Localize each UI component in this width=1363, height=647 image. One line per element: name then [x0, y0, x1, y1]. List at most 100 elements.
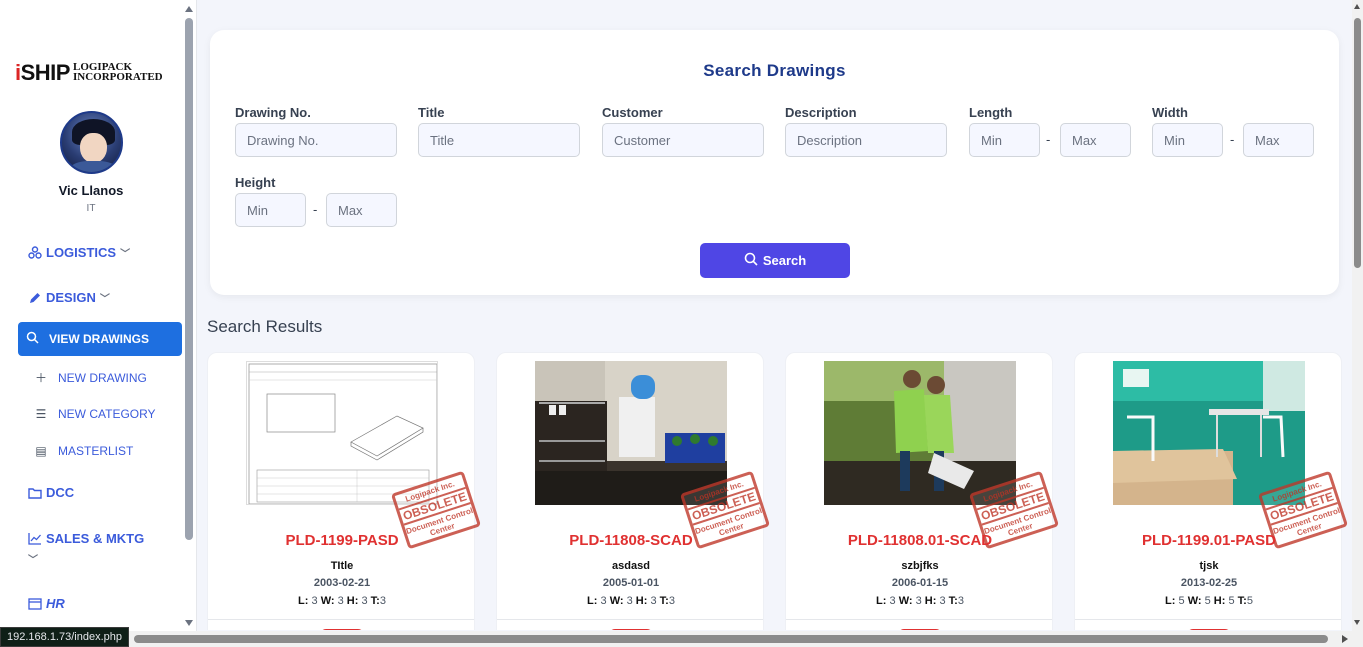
result-card[interactable]: Logipack Inc. OBSOLETE Document Control … [207, 352, 482, 630]
logo-main: SHIP [20, 60, 71, 85]
horizontal-scroll-thumb[interactable] [134, 635, 1328, 643]
drawing-date: 2003-02-21 [313, 577, 371, 589]
plus-icon: ＋ [34, 371, 47, 385]
pencil-icon [28, 291, 42, 305]
length-dash: - [1046, 132, 1051, 147]
label-length: Length [969, 105, 1013, 120]
description-input[interactable]: Description [785, 123, 947, 157]
nav-sales-label: SALES & MKTG [46, 531, 145, 546]
drawing-date: 2006-01-15 [891, 577, 949, 589]
page-scroll-thumb[interactable] [1354, 18, 1361, 268]
main-content: Search Drawings Drawing No. Drawing No. … [197, 0, 1352, 630]
drawing-thumbnail[interactable] [246, 361, 438, 505]
drawing-title: TItle [330, 560, 354, 572]
nav-view-drawings[interactable]: VIEW DRAWINGS [18, 322, 182, 356]
nav-new-category[interactable]: ☰ NEW CATEGORY [34, 407, 156, 421]
nav-hr-label: HR [46, 596, 65, 611]
company-logo[interactable]: iSHIP LOGIPACK INCORPORATED [15, 62, 163, 84]
list-icon: ☰ [35, 407, 47, 421]
scroll-down-icon[interactable] [1354, 620, 1360, 625]
drawing-no-input[interactable]: Drawing No. [235, 123, 397, 157]
drawing-dimensions: L: 3 W: 3 H: 3 T:3 [587, 595, 675, 607]
table-icon: ▤ [35, 444, 47, 458]
nav-sales-chevron[interactable]: ﹀ [28, 551, 38, 566]
nav-new-drawing[interactable]: ＋ NEW DRAWING [34, 369, 147, 386]
drawing-dimensions: L: 5 W: 5 H: 5 T:5 [1165, 595, 1253, 607]
drawing-date: 2005-01-01 [602, 577, 660, 589]
nav-dcc[interactable]: DCC [28, 485, 74, 500]
height-min-input[interactable]: Min [235, 193, 306, 227]
nav-logistics[interactable]: LOGISTICS ﹀ [28, 245, 130, 260]
card-action-button[interactable] [1187, 629, 1231, 630]
search-button[interactable]: Search [700, 243, 850, 278]
nav-logistics-label: LOGISTICS [46, 245, 117, 260]
drawing-title: szbjfks [901, 560, 939, 572]
user-name: Vic Llanos [58, 183, 124, 198]
card-action-button[interactable] [898, 629, 942, 630]
sidebar: iSHIP LOGIPACK INCORPORATED Vic Llanos IT… [0, 0, 197, 647]
network-icon [28, 245, 42, 260]
drawing-thumbnail[interactable] [824, 361, 1016, 505]
card-action-button[interactable] [320, 629, 364, 630]
sidebar-scroll-thumb[interactable] [185, 18, 193, 540]
logo-line2: INCORPORATED [72, 71, 163, 83]
results-title: Search Results [207, 317, 323, 336]
drawing-code[interactable]: PLD-11808.01-SCAD [786, 532, 1054, 549]
nav-new-category-label: NEW CATEGORY [58, 407, 156, 421]
drawing-code[interactable]: PLD-1199.01-PASD [1075, 532, 1343, 549]
user-role: IT [86, 203, 96, 214]
nav-sales-mktg[interactable]: SALES & MKTG [28, 531, 144, 546]
customer-input[interactable]: Customer [602, 123, 764, 157]
width-max-input[interactable]: Max [1243, 123, 1314, 157]
search-icon [26, 331, 39, 347]
card-action-button[interactable] [609, 629, 653, 630]
page-horizontal-scrollbar[interactable] [0, 631, 1363, 647]
width-min-input[interactable]: Min [1152, 123, 1223, 157]
calendar-icon [28, 597, 42, 611]
sidebar-scrollbar[interactable] [182, 2, 196, 630]
label-customer: Customer [602, 105, 663, 120]
drawing-dimensions: L: 3 W: 3 H: 3 T:3 [876, 595, 964, 607]
label-height: Height [235, 175, 276, 190]
nav-masterlist[interactable]: ▤ MASTERLIST [34, 444, 133, 458]
nav-masterlist-label: MASTERLIST [58, 444, 134, 458]
drawing-title: tjsk [1199, 560, 1219, 572]
result-card[interactable]: Logipack Inc. OBSOLETE Document Control … [496, 352, 771, 630]
height-dash: - [313, 202, 318, 217]
label-width: Width [1152, 105, 1188, 120]
drawing-thumbnail[interactable] [535, 361, 727, 505]
chevron-down-icon: ﹀ [120, 249, 131, 260]
height-max-input[interactable]: Max [326, 193, 397, 227]
avatar[interactable] [60, 111, 123, 174]
drawing-dimensions: L: 3 W: 3 H: 3 T:3 [298, 595, 386, 607]
search-icon [744, 252, 758, 269]
scroll-up-icon[interactable] [1354, 4, 1360, 9]
result-card[interactable]: Logipack Inc. OBSOLETE Document Control … [785, 352, 1060, 630]
width-dash: - [1230, 132, 1235, 147]
label-description: Description [785, 105, 857, 120]
folder-icon [28, 486, 42, 500]
scroll-up-icon[interactable] [185, 6, 193, 12]
length-min-input[interactable]: Min [969, 123, 1040, 157]
status-bar-url: 192.168.1.73/index.php [0, 627, 129, 647]
chart-line-icon [28, 532, 42, 546]
nav-design-label: DESIGN [46, 290, 96, 305]
scroll-right-icon[interactable] [1342, 635, 1348, 643]
scroll-down-icon[interactable] [185, 620, 193, 626]
label-title: Title [418, 105, 445, 120]
nav-design[interactable]: DESIGN ﹀ [28, 290, 110, 305]
nav-new-drawing-label: NEW DRAWING [58, 370, 147, 385]
nav-dcc-label: DCC [46, 485, 75, 500]
result-card[interactable]: Logipack Inc. OBSOLETE Document Control … [1074, 352, 1349, 630]
drawing-code[interactable]: PLD-1199-PASD [208, 532, 476, 549]
search-panel: Search Drawings Drawing No. Drawing No. … [210, 30, 1339, 295]
title-input[interactable]: Title [418, 123, 580, 157]
length-max-input[interactable]: Max [1060, 123, 1131, 157]
drawing-thumbnail[interactable] [1113, 361, 1305, 505]
drawing-code[interactable]: PLD-11808-SCAD [497, 532, 765, 549]
drawing-date: 2013-02-25 [1180, 577, 1238, 589]
page-vertical-scrollbar[interactable] [1352, 0, 1363, 631]
search-title: Search Drawings [703, 61, 846, 80]
nav-view-drawings-label: VIEW DRAWINGS [49, 332, 150, 346]
nav-hr[interactable]: HR [28, 596, 65, 611]
